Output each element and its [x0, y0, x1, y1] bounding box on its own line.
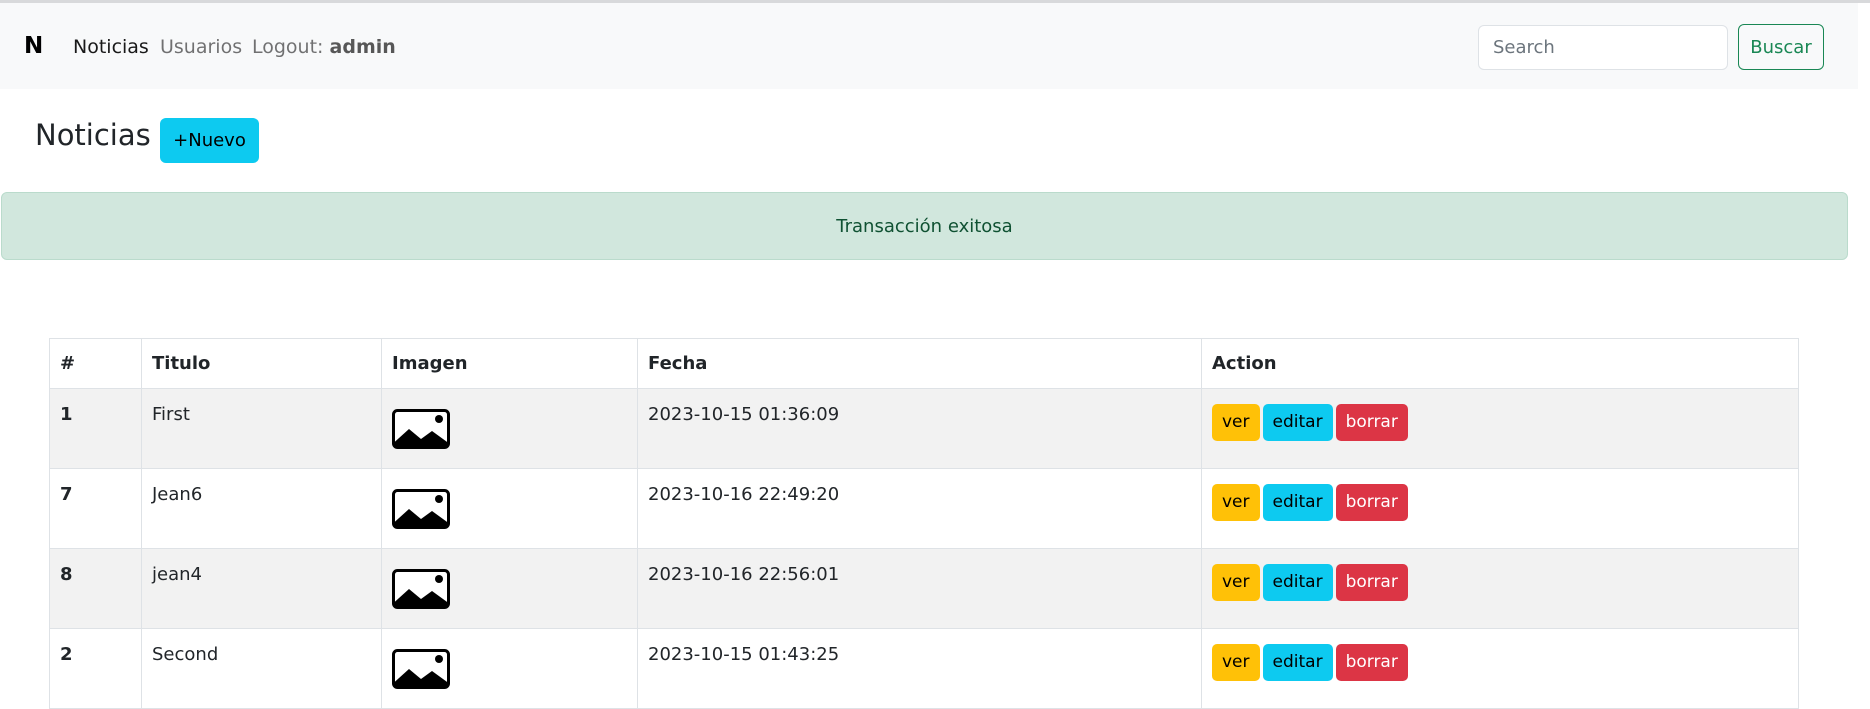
cell-fecha: 2023-10-16 22:49:20	[637, 468, 1202, 549]
page-title: Noticias	[35, 118, 151, 152]
new-button[interactable]: +Nuevo	[160, 118, 259, 163]
cell-fecha: 2023-10-15 01:36:09	[637, 388, 1202, 469]
borrar-button[interactable]: borrar	[1335, 564, 1408, 601]
success-alert: Transacción exitosa	[1, 192, 1848, 260]
cell-id: 8	[49, 548, 142, 629]
borrar-button[interactable]: borrar	[1335, 404, 1408, 441]
column-header-action: Action	[1201, 338, 1799, 389]
editar-button[interactable]: editar	[1262, 484, 1333, 521]
cell-actions: ver editar borrar	[1201, 388, 1799, 469]
cell-id: 7	[49, 468, 142, 549]
nav-link-noticias[interactable]: Noticias	[73, 36, 149, 58]
borrar-button[interactable]: borrar	[1335, 484, 1408, 521]
cell-titulo: Second	[141, 628, 382, 709]
table-row: 8 jean4 2023-10-16 22:56:01 ver editar bor…	[49, 548, 1799, 629]
table-row: 7 Jean6 2023-10-16 22:49:20 ver editar bor…	[49, 468, 1799, 549]
nav-link-usuarios[interactable]: Usuarios	[160, 36, 242, 58]
image-icon	[392, 409, 450, 449]
column-header-titulo: Titulo	[141, 338, 382, 389]
ver-button[interactable]: ver	[1212, 644, 1260, 681]
cell-imagen	[381, 548, 638, 629]
borrar-button[interactable]: borrar	[1335, 644, 1408, 681]
search-input[interactable]	[1478, 25, 1728, 70]
table-header-row: # Titulo Imagen Fecha Action	[49, 338, 1799, 389]
brand-link[interactable]: N	[24, 33, 43, 59]
image-icon	[392, 649, 450, 689]
column-header-imagen: Imagen	[381, 338, 638, 389]
ver-button[interactable]: ver	[1212, 484, 1260, 521]
cell-actions: ver editar borrar	[1201, 548, 1799, 629]
cell-actions: ver editar borrar	[1201, 468, 1799, 549]
navbar: N Noticias Usuarios Logout: admin Buscar	[0, 3, 1858, 89]
cell-fecha: 2023-10-15 01:43:25	[637, 628, 1202, 709]
cell-titulo: Jean6	[141, 468, 382, 549]
news-table: # Titulo Imagen Fecha Action 1 First 202…	[49, 338, 1799, 709]
column-header-fecha: Fecha	[637, 338, 1202, 389]
editar-button[interactable]: editar	[1262, 404, 1333, 441]
cell-fecha: 2023-10-16 22:56:01	[637, 548, 1202, 629]
search-button[interactable]: Buscar	[1738, 24, 1824, 70]
table-row: 2 Second 2023-10-15 01:43:25 ver editar bo…	[49, 628, 1799, 709]
cell-id: 1	[49, 388, 142, 469]
cell-imagen	[381, 468, 638, 549]
cell-imagen	[381, 628, 638, 709]
cell-id: 2	[49, 628, 142, 709]
logout-label: Logout:	[252, 36, 324, 58]
cell-actions: ver editar borrar	[1201, 628, 1799, 709]
alert-message: Transacción exitosa	[836, 215, 1013, 237]
editar-button[interactable]: editar	[1262, 644, 1333, 681]
nav-link-logout[interactable]: Logout: admin	[252, 36, 396, 58]
image-icon	[392, 489, 450, 529]
cell-imagen	[381, 388, 638, 469]
cell-titulo: First	[141, 388, 382, 469]
cell-titulo: jean4	[141, 548, 382, 629]
editar-button[interactable]: editar	[1262, 564, 1333, 601]
table-row: 1 First 2023-10-15 01:36:09 ver editar bor…	[49, 388, 1799, 469]
image-icon	[392, 569, 450, 609]
logout-username: admin	[329, 36, 396, 58]
ver-button[interactable]: ver	[1212, 404, 1260, 441]
column-header-number: #	[49, 338, 142, 389]
ver-button[interactable]: ver	[1212, 564, 1260, 601]
